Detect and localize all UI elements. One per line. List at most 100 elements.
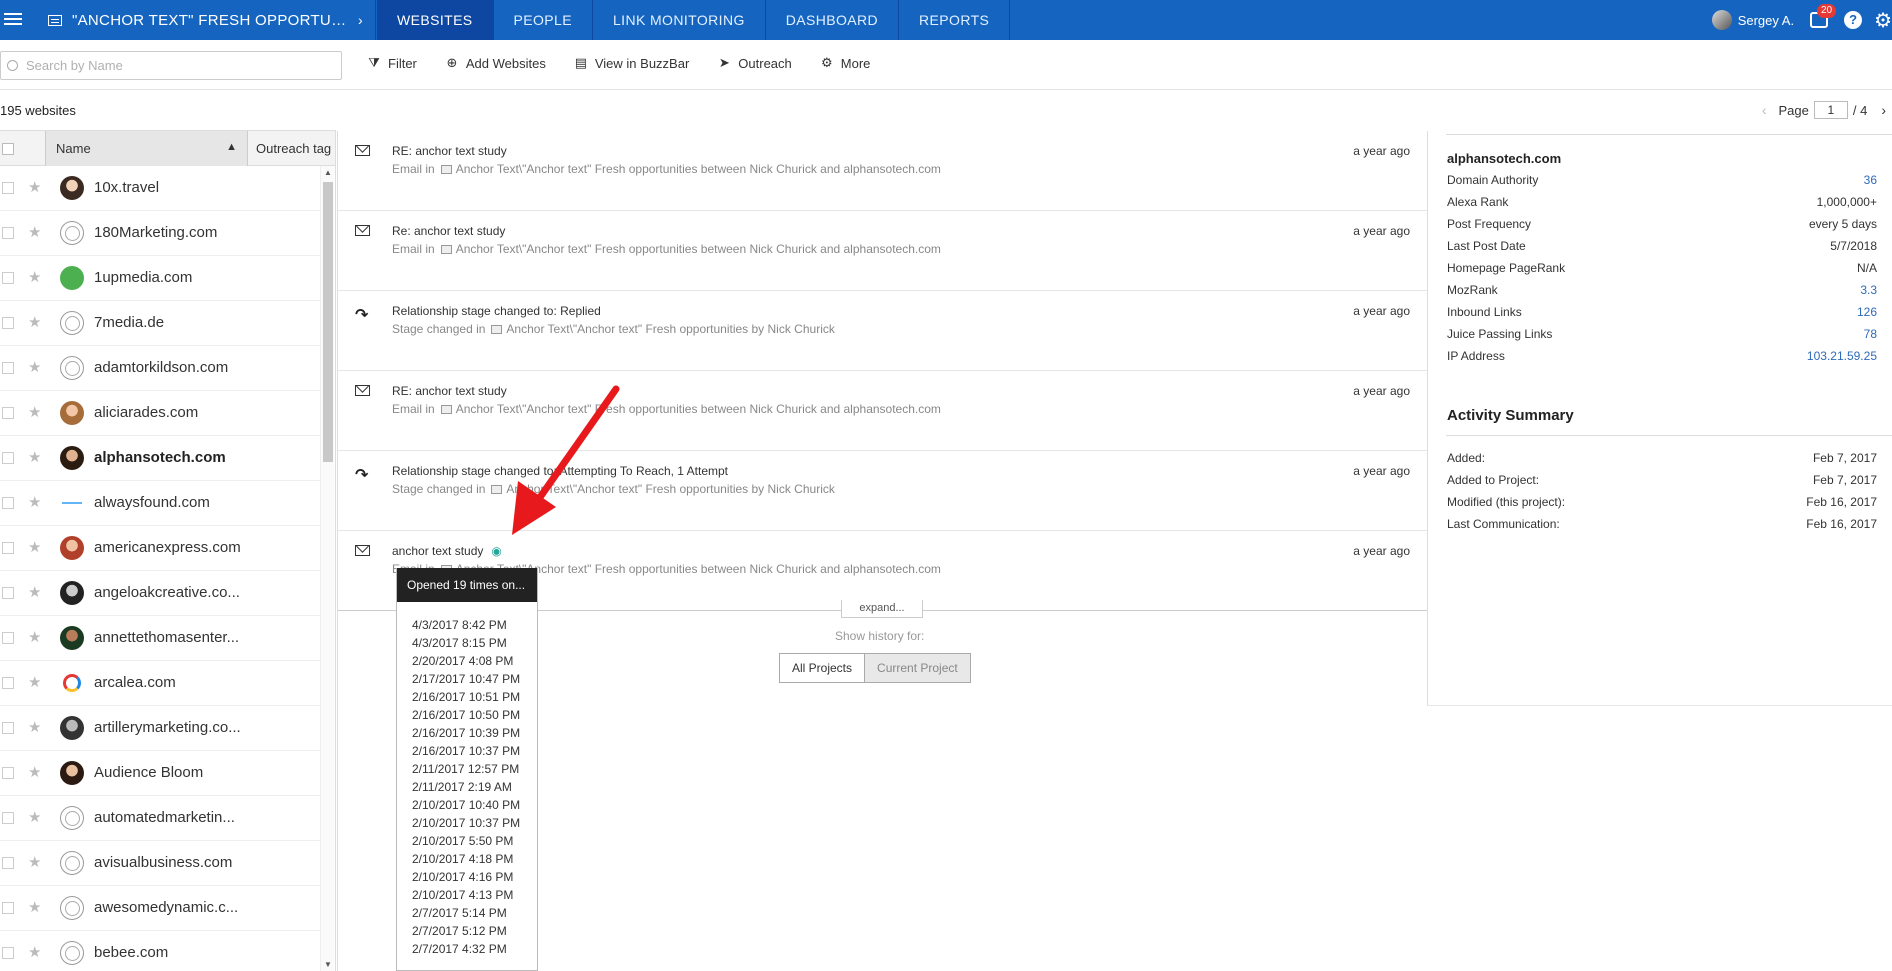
prev-page-icon[interactable]: ‹ xyxy=(1762,102,1767,118)
view-in-buzzbar-button[interactable]: ▤ View in BuzzBar xyxy=(574,55,690,71)
column-name-header[interactable]: Name ▲ xyxy=(45,131,247,166)
website-name[interactable]: 180Marketing.com xyxy=(94,224,217,241)
row-checkbox[interactable] xyxy=(2,497,14,509)
list-scrollbar[interactable]: ▲ ▼ xyxy=(320,166,334,971)
current-project-button[interactable]: Current Project xyxy=(865,653,971,683)
history-item[interactable]: Re: anchor text study Email in Anchor Text… xyxy=(338,211,1428,291)
website-row[interactable]: ★ bebee.com xyxy=(0,931,320,971)
row-checkbox[interactable] xyxy=(2,182,14,194)
website-row[interactable]: ★ aliciarades.com xyxy=(0,391,320,436)
row-checkbox[interactable] xyxy=(2,362,14,374)
website-row[interactable]: ★ awesomedynamic.c... xyxy=(0,886,320,931)
star-icon[interactable]: ★ xyxy=(28,403,41,421)
website-name[interactable]: 1upmedia.com xyxy=(94,269,192,286)
website-name[interactable]: adamtorkildson.com xyxy=(94,359,228,376)
website-name[interactable]: Audience Bloom xyxy=(94,764,203,781)
star-icon[interactable]: ★ xyxy=(28,718,41,736)
eye-icon[interactable]: ◉ xyxy=(491,544,501,558)
website-name[interactable]: artillerymarketing.co... xyxy=(94,719,241,736)
row-checkbox[interactable] xyxy=(2,767,14,779)
row-checkbox[interactable] xyxy=(2,587,14,599)
tab-dashboard[interactable]: DASHBOARD xyxy=(766,0,900,40)
website-row[interactable]: ★ avisualbusiness.com xyxy=(0,841,320,886)
website-row[interactable]: ★ arcalea.com xyxy=(0,661,320,706)
website-row[interactable]: ★ automatedmarketin... xyxy=(0,796,320,841)
star-icon[interactable]: ★ xyxy=(28,493,41,511)
column-outreach-tag-header[interactable]: Outreach tag xyxy=(247,131,335,166)
star-icon[interactable]: ★ xyxy=(28,943,41,961)
hamburger-menu-icon[interactable] xyxy=(4,10,22,28)
row-checkbox[interactable] xyxy=(2,407,14,419)
tab-people[interactable]: PEOPLE xyxy=(494,0,593,40)
more-button[interactable]: ⚙ More xyxy=(820,55,870,71)
history-item[interactable]: ↷ Relationship stage changed to: Replied S… xyxy=(338,291,1428,371)
all-projects-button[interactable]: All Projects xyxy=(779,653,866,683)
row-checkbox[interactable] xyxy=(2,857,14,869)
website-row[interactable]: ★ 180Marketing.com xyxy=(0,211,320,256)
metric-value[interactable]: 36 xyxy=(1864,173,1877,195)
star-icon[interactable]: ★ xyxy=(28,808,41,826)
website-name[interactable]: aliciarades.com xyxy=(94,404,198,421)
website-name[interactable]: alphansotech.com xyxy=(94,449,226,466)
row-checkbox[interactable] xyxy=(2,812,14,824)
website-row[interactable]: ★ annettethomasenter... xyxy=(0,616,320,661)
website-row[interactable]: ★ Audience Bloom xyxy=(0,751,320,796)
next-page-icon[interactable]: › xyxy=(1881,102,1886,118)
star-icon[interactable]: ★ xyxy=(28,853,41,871)
row-checkbox[interactable] xyxy=(2,947,14,959)
row-checkbox[interactable] xyxy=(2,542,14,554)
metric-value[interactable]: 103.21.59.25 xyxy=(1807,349,1877,371)
star-icon[interactable]: ★ xyxy=(28,898,41,916)
tab-websites[interactable]: WEBSITES xyxy=(377,0,494,40)
page-number-input[interactable]: 1 xyxy=(1813,101,1848,119)
website-name[interactable]: 7media.de xyxy=(94,314,164,331)
metric-value[interactable]: 78 xyxy=(1864,327,1877,349)
website-name[interactable]: americanexpress.com xyxy=(94,539,241,556)
star-icon[interactable]: ★ xyxy=(28,178,41,196)
website-row[interactable]: ★ 10x.travel xyxy=(0,166,320,211)
search-input[interactable] xyxy=(26,58,326,73)
star-icon[interactable]: ★ xyxy=(28,268,41,286)
website-row[interactable]: ★ adamtorkildson.com xyxy=(0,346,320,391)
star-icon[interactable]: ★ xyxy=(28,538,41,556)
notifications-icon[interactable]: 20 xyxy=(1810,4,1837,28)
row-checkbox[interactable] xyxy=(2,452,14,464)
website-row[interactable]: ★ alphansotech.com xyxy=(0,436,320,481)
expand-button[interactable]: expand... xyxy=(841,600,923,618)
metric-value[interactable]: 3.3 xyxy=(1860,283,1877,305)
filter-button[interactable]: ⧩ Filter xyxy=(367,55,417,71)
star-icon[interactable]: ★ xyxy=(28,358,41,376)
website-name[interactable]: 10x.travel xyxy=(94,179,159,196)
website-name[interactable]: alwaysfound.com xyxy=(94,494,210,511)
settings-gear-icon[interactable]: ⚙ xyxy=(1874,8,1892,33)
project-selector[interactable]: "ANCHOR TEXT" FRESH OPPORTUNITIES › xyxy=(36,0,376,40)
user-name[interactable]: Sergey A. xyxy=(1738,13,1794,28)
row-checkbox[interactable] xyxy=(2,317,14,329)
tab-link-monitoring[interactable]: LINK MONITORING xyxy=(593,0,766,40)
row-checkbox[interactable] xyxy=(2,902,14,914)
website-name[interactable]: annettethomasenter... xyxy=(94,629,239,646)
star-icon[interactable]: ★ xyxy=(28,673,41,691)
row-checkbox[interactable] xyxy=(2,272,14,284)
website-row[interactable]: ★ artillerymarketing.co... xyxy=(0,706,320,751)
website-name[interactable]: arcalea.com xyxy=(94,674,176,691)
scroll-down-icon[interactable]: ▼ xyxy=(324,960,332,969)
website-row[interactable]: ★ angeloakcreative.co... xyxy=(0,571,320,616)
star-icon[interactable]: ★ xyxy=(28,628,41,646)
select-all-checkbox[interactable] xyxy=(2,143,14,155)
scroll-up-icon[interactable]: ▲ xyxy=(324,168,332,177)
row-checkbox[interactable] xyxy=(2,722,14,734)
website-row[interactable]: ★ 7media.de xyxy=(0,301,320,346)
add-websites-button[interactable]: ⊕ Add Websites xyxy=(445,55,545,71)
website-row[interactable]: ★ alwaysfound.com xyxy=(0,481,320,526)
outreach-button[interactable]: ➤ Outreach xyxy=(717,55,792,71)
star-icon[interactable]: ★ xyxy=(28,583,41,601)
help-icon[interactable]: ? xyxy=(1844,11,1863,29)
row-checkbox[interactable] xyxy=(2,677,14,689)
row-checkbox[interactable] xyxy=(2,632,14,644)
website-name[interactable]: automatedmarketin... xyxy=(94,809,235,826)
star-icon[interactable]: ★ xyxy=(28,223,41,241)
star-icon[interactable]: ★ xyxy=(28,448,41,466)
website-row[interactable]: ★ 1upmedia.com xyxy=(0,256,320,301)
website-name[interactable]: avisualbusiness.com xyxy=(94,854,232,871)
